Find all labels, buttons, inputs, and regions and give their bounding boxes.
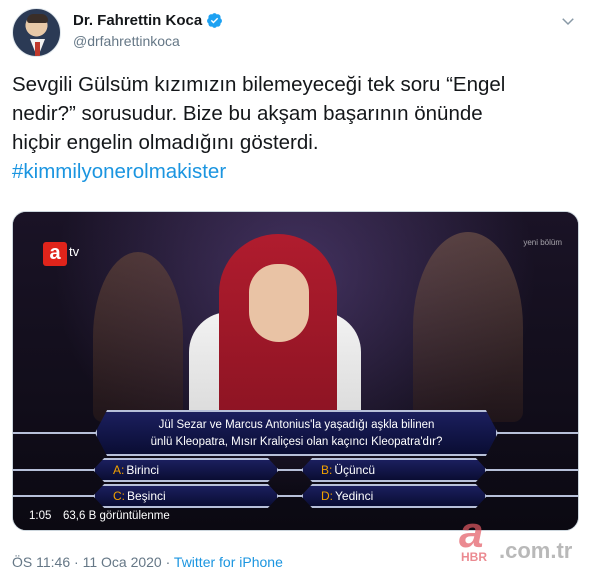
hashtag-link[interactable]: #kimmilyonerolmakister (12, 157, 572, 186)
audience-right (413, 232, 523, 422)
chevron-down-icon[interactable] (559, 12, 577, 30)
tweet-source-link[interactable]: Twitter for iPhone (174, 554, 283, 570)
question-line-right (496, 432, 578, 434)
tweet-date[interactable]: 11 Oca 2020 (83, 554, 162, 570)
tweet-text: Sevgili Gülsüm kızımızın bilemeyeceği te… (12, 70, 572, 186)
tweet-meta: ÖS 11:46 · 11 Oca 2020 · Twitter for iPh… (12, 554, 283, 570)
meta-separator: · (165, 554, 171, 570)
tweet-text-line: hiçbir engelin olmadığını gösterdi. (12, 131, 319, 154)
display-name[interactable]: Dr. Fahrettin Koca (73, 12, 202, 29)
watermark-domain: .com.tr (499, 538, 573, 563)
question-line-left (13, 432, 97, 434)
answer-d: D: Yedinci (301, 484, 487, 508)
atv-logo-mark: a (43, 242, 67, 266)
audience-left (93, 252, 183, 422)
handle[interactable]: @drfahrettinkoca (73, 33, 180, 49)
question-text-line2: ünlü Kleopatra, Mısır Kraliçesi olan kaç… (150, 436, 443, 448)
answer-letter: A: (113, 463, 125, 477)
tweet-header: Dr. Fahrettin Koca @drfahrettinkoca (12, 8, 585, 58)
answer-text: Üçüncü (334, 463, 376, 477)
avatar[interactable] (12, 8, 61, 57)
contestant-face (249, 264, 309, 342)
hbr-watermark: a .com.tr HBR (451, 508, 591, 568)
tweet-text-line: nedir?” sorusudur. Bize bu akşam başarın… (12, 102, 483, 125)
video-player[interactable]: a tv yeni bölüm Jül Sezar ve Marcus Anto… (12, 211, 579, 531)
atv-logo-suffix: tv (69, 244, 80, 259)
answer-text: Beşinci (127, 489, 166, 503)
tweet-time[interactable]: ÖS 11:46 (12, 554, 70, 570)
answer-c: C: Beşinci (93, 484, 279, 508)
avatar-hair (27, 14, 48, 23)
view-count: 63,6 B görüntülenme (63, 510, 170, 522)
verified-badge-icon (207, 13, 223, 28)
answer-text: Birinci (126, 463, 160, 477)
answer-b: B: Üçüncü (301, 458, 487, 482)
atv-logo: a tv (43, 242, 87, 270)
avatar-tie (35, 42, 40, 56)
watermark-brand: HBR (461, 550, 487, 564)
elapsed-time: 1:05 (29, 510, 52, 522)
answer-letter: D: (321, 489, 333, 503)
corner-note: yeni bölüm (523, 238, 562, 247)
answer-letter: C: (113, 489, 125, 503)
meta-separator: · (74, 554, 79, 570)
question-box: Jül Sezar ve Marcus Antonius'la yaşadığı… (95, 410, 498, 456)
answer-letter: B: (321, 463, 333, 477)
answer-text: Yedinci (335, 489, 374, 503)
answer-a: A: Birinci (93, 458, 279, 482)
name-row: Dr. Fahrettin Koca (73, 12, 223, 29)
question-panel: Jül Sezar ve Marcus Antonius'la yaşadığı… (13, 410, 578, 456)
question-text-line1: Jül Sezar ve Marcus Antonius'la yaşadığı… (158, 419, 435, 431)
tweet-text-line: Sevgili Gülsüm kızımızın bilemeyeceği te… (12, 73, 506, 96)
